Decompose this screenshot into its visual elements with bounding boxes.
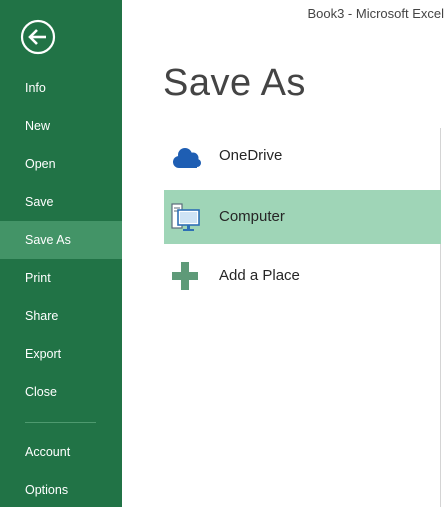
nav-item-close[interactable]: Close	[0, 373, 122, 411]
backstage-sidebar: Info New Open Save Save As Print Share E…	[0, 0, 122, 507]
place-label-onedrive: OneDrive	[219, 147, 283, 164]
nav-item-export[interactable]: Export	[0, 335, 122, 373]
nav-item-print[interactable]: Print	[0, 259, 122, 297]
computer-icon	[171, 203, 200, 231]
onedrive-cloud-icon	[173, 148, 201, 168]
nav-item-new[interactable]: New	[0, 107, 122, 145]
nav-item-share[interactable]: Share	[0, 297, 122, 335]
place-computer[interactable]: Computer	[164, 190, 441, 244]
place-add-a-place[interactable]: Add a Place	[164, 249, 441, 303]
nav-item-save[interactable]: Save	[0, 183, 122, 221]
plus-icon	[172, 262, 198, 290]
column-divider	[440, 128, 441, 507]
nav-item-open[interactable]: Open	[0, 145, 122, 183]
back-arrow-icon	[20, 19, 56, 55]
back-button[interactable]	[20, 19, 56, 55]
nav-divider	[25, 422, 96, 423]
nav-item-account[interactable]: Account	[0, 433, 122, 471]
place-onedrive[interactable]: OneDrive	[164, 129, 441, 183]
nav-item-save-as[interactable]: Save As	[0, 221, 122, 259]
nav-item-options[interactable]: Options	[0, 471, 122, 509]
window-title: Book3 - Microsoft Excel	[307, 6, 444, 21]
place-label-add-a-place: Add a Place	[219, 267, 300, 284]
nav-item-info[interactable]: Info	[0, 69, 122, 107]
place-label-computer: Computer	[219, 208, 285, 225]
page-title: Save As	[163, 62, 306, 104]
